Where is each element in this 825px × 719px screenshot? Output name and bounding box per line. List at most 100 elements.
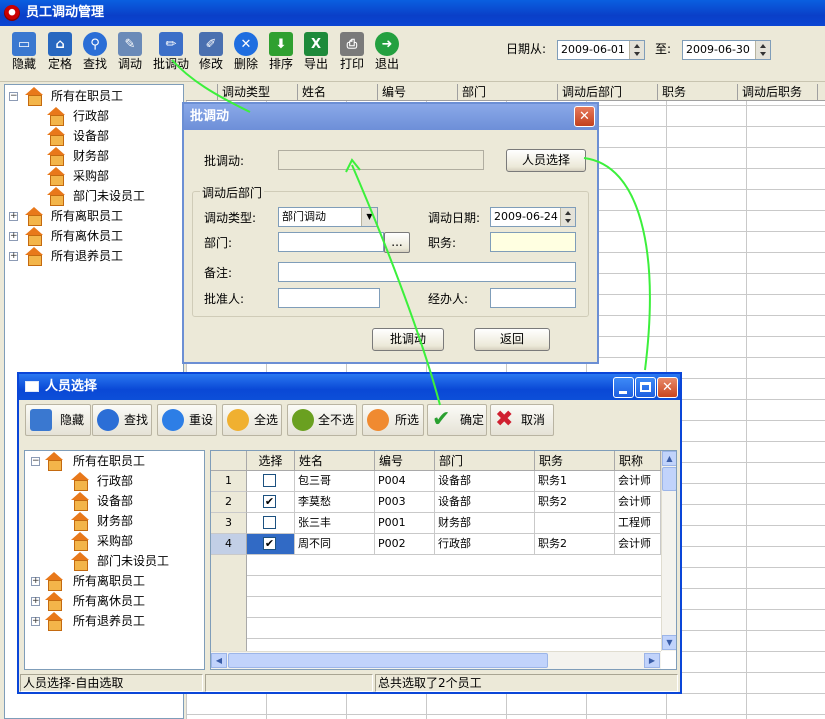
column-header[interactable]: 编号 bbox=[378, 84, 458, 101]
close-icon[interactable]: ✕ bbox=[574, 106, 595, 127]
tree-expand-toggle[interactable]: + bbox=[9, 212, 18, 221]
modify-button[interactable]: ✐ 修改 bbox=[195, 30, 227, 78]
batch-confirm-button[interactable]: 批调动 bbox=[372, 328, 444, 351]
row-checkbox[interactable]: ✔ bbox=[263, 495, 276, 508]
dept-cell[interactable]: 设备部 bbox=[435, 471, 535, 492]
row-header[interactable]: 2 bbox=[211, 492, 247, 513]
row-header[interactable]: 1 bbox=[211, 471, 247, 492]
tree-collapse-toggle[interactable]: − bbox=[9, 92, 18, 101]
job-cell[interactable]: 职务2 bbox=[535, 534, 615, 555]
freeze-button[interactable]: ⌂ 定格 bbox=[42, 30, 78, 78]
select-none-button[interactable]: 全不选 bbox=[287, 404, 357, 436]
scroll-up-icon[interactable]: ▲ bbox=[662, 451, 676, 466]
job-cell[interactable] bbox=[535, 513, 615, 534]
select-cell[interactable] bbox=[247, 513, 295, 534]
id-cell[interactable]: P004 bbox=[375, 471, 435, 492]
column-header[interactable]: 选择 bbox=[247, 451, 295, 471]
horizontal-scrollbar[interactable]: ◀ ▶ bbox=[211, 651, 661, 669]
dialog-title-bar[interactable]: 批调动 bbox=[184, 104, 597, 130]
hide-button[interactable]: ▭ 隐藏 bbox=[6, 30, 42, 78]
sort-button[interactable]: ⬇ 排序 bbox=[265, 30, 297, 78]
row-checkbox[interactable] bbox=[263, 474, 276, 487]
approver-input[interactable] bbox=[278, 288, 380, 308]
print-button[interactable]: ⎙ 打印 bbox=[336, 30, 368, 78]
column-header[interactable]: 职称 bbox=[615, 451, 661, 471]
select-all-button[interactable]: 全选 bbox=[222, 404, 282, 436]
column-header[interactable]: 职务 bbox=[535, 451, 615, 471]
minimize-icon[interactable] bbox=[613, 377, 634, 398]
reset-button[interactable]: 重设 bbox=[157, 404, 217, 436]
row-checkbox[interactable] bbox=[263, 516, 276, 529]
find-button[interactable]: ⚲ 查找 bbox=[77, 30, 113, 78]
column-header[interactable]: 部门 bbox=[435, 451, 535, 471]
date-from-spinner[interactable] bbox=[629, 41, 644, 59]
title-cell[interactable]: 会计师 bbox=[615, 471, 661, 492]
id-cell[interactable]: P001 bbox=[375, 513, 435, 534]
date-from-input[interactable]: 2009-06-01 bbox=[557, 40, 645, 60]
column-header[interactable]: 职务 bbox=[658, 84, 738, 101]
column-header[interactable]: 调动后部门 bbox=[558, 84, 658, 101]
name-cell[interactable]: 包三哥 bbox=[295, 471, 375, 492]
tree-expand-toggle[interactable]: + bbox=[9, 252, 18, 261]
row-header[interactable]: 3 bbox=[211, 513, 247, 534]
column-header[interactable]: 编号 bbox=[375, 451, 435, 471]
handler-input[interactable] bbox=[490, 288, 576, 308]
batch-transfer-button[interactable]: ✏ 批调动 bbox=[150, 30, 192, 78]
id-cell[interactable]: P002 bbox=[375, 534, 435, 555]
column-header[interactable]: 姓名 bbox=[298, 84, 378, 101]
scroll-left-icon[interactable]: ◀ bbox=[211, 653, 227, 668]
scroll-down-icon[interactable]: ▼ bbox=[662, 635, 676, 650]
transfer-date-spinner[interactable] bbox=[560, 208, 575, 226]
name-cell[interactable]: 张三丰 bbox=[295, 513, 375, 534]
column-header[interactable]: 调动类型 bbox=[218, 84, 298, 101]
name-cell[interactable]: 李莫愁 bbox=[295, 492, 375, 513]
confirm-button[interactable]: ✔ 确定 bbox=[427, 404, 487, 436]
chevron-down-icon[interactable]: ▼ bbox=[361, 208, 377, 226]
dept-input[interactable] bbox=[278, 232, 384, 252]
column-header[interactable]: 部门 bbox=[458, 84, 558, 101]
scroll-thumb[interactable] bbox=[662, 467, 676, 491]
select-cell[interactable]: ✔ bbox=[247, 492, 295, 513]
dept-cell[interactable]: 设备部 bbox=[435, 492, 535, 513]
exit-button[interactable]: ➜ 退出 bbox=[371, 30, 403, 78]
date-to-input[interactable]: 2009-06-30 bbox=[682, 40, 771, 60]
person-dept-tree[interactable]: − 所有在职员工 行政部 设备部 财务部 采购部 部门未设员工 + 所有离职员工… bbox=[24, 450, 205, 670]
id-cell[interactable]: P003 bbox=[375, 492, 435, 513]
select-cell[interactable]: ✔ bbox=[247, 534, 295, 555]
tree-expand-toggle[interactable]: + bbox=[9, 232, 18, 241]
transfer-button[interactable]: ✎ 调动 bbox=[112, 30, 148, 78]
person-grid[interactable]: 选择 姓名 编号 部门 职务 职称 1 包三哥 P004 设备部 职务1 会计师… bbox=[210, 450, 677, 670]
job-cell[interactable]: 职务1 bbox=[535, 471, 615, 492]
scroll-thumb[interactable] bbox=[228, 653, 548, 668]
job-input[interactable] bbox=[490, 232, 576, 252]
vertical-scrollbar[interactable]: ▲ ▼ bbox=[661, 451, 676, 651]
title-cell[interactable]: 工程师 bbox=[615, 513, 661, 534]
dept-cell[interactable]: 财务部 bbox=[435, 513, 535, 534]
job-cell[interactable]: 职务2 bbox=[535, 492, 615, 513]
tree-expand-toggle[interactable]: + bbox=[31, 617, 40, 626]
cancel-button[interactable]: ✖ 取消 bbox=[490, 404, 554, 436]
tree-expand-toggle[interactable]: + bbox=[31, 577, 40, 586]
export-button[interactable]: X 导出 bbox=[300, 30, 332, 78]
name-cell[interactable]: 周不同 bbox=[295, 534, 375, 555]
note-input[interactable] bbox=[278, 262, 576, 282]
select-cell[interactable] bbox=[247, 471, 295, 492]
app-title-bar[interactable]: 员工调动管理 bbox=[0, 0, 825, 26]
find-button[interactable]: 查找 bbox=[92, 404, 152, 436]
row-header-current[interactable]: 4 bbox=[211, 534, 247, 555]
dialog-title-bar[interactable]: 人员选择 bbox=[19, 374, 680, 400]
hide-button[interactable]: 隐藏 bbox=[25, 404, 91, 436]
selected-button[interactable]: 所选 bbox=[362, 404, 424, 436]
dept-browse-button[interactable]: ... bbox=[384, 232, 410, 253]
person-select-button[interactable]: 人员选择 bbox=[506, 149, 586, 172]
row-checkbox[interactable]: ✔ bbox=[263, 537, 276, 550]
delete-button[interactable]: ✕ 删除 bbox=[230, 30, 262, 78]
batch-field[interactable] bbox=[278, 150, 484, 170]
column-header[interactable]: 姓名 bbox=[295, 451, 375, 471]
maximize-icon[interactable] bbox=[635, 377, 656, 398]
column-header[interactable]: 调动后职务 bbox=[738, 84, 818, 101]
transfer-type-select[interactable]: 部门调动 ▼ bbox=[278, 207, 378, 227]
date-to-spinner[interactable] bbox=[755, 41, 770, 59]
scroll-right-icon[interactable]: ▶ bbox=[644, 653, 660, 668]
close-icon[interactable]: ✕ bbox=[657, 377, 678, 398]
